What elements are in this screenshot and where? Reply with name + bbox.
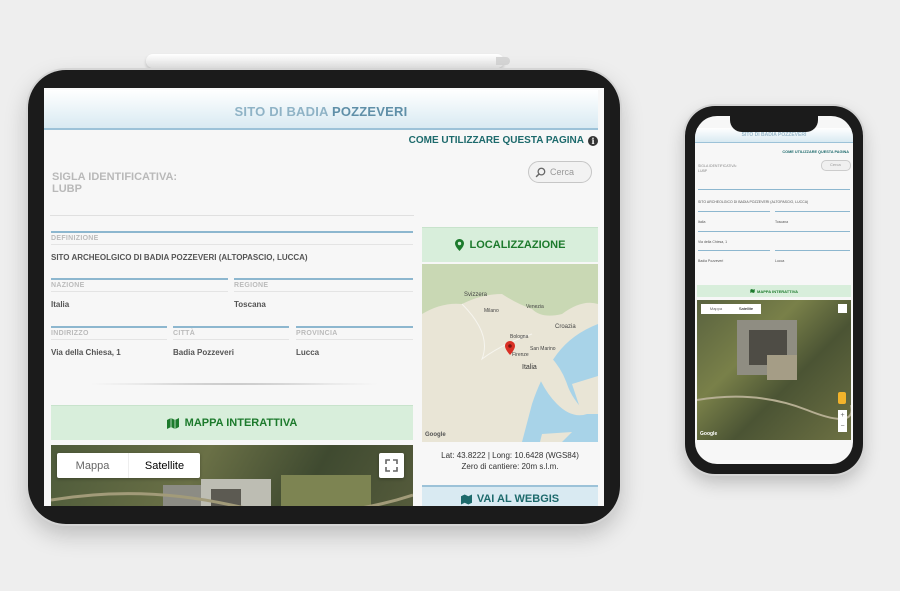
webgis-label: VAI AL WEBGIS bbox=[476, 493, 560, 505]
location-map[interactable]: Svizzera Milano Venezia Croazia Bologna … bbox=[422, 264, 598, 442]
phone-help-link[interactable]: COME UTILIZZARE QUESTA PAGINA bbox=[782, 150, 849, 154]
fullscreen-icon bbox=[385, 459, 398, 472]
google-logo: Google bbox=[425, 432, 446, 438]
field-provincia: PROVINCIA Lucca bbox=[296, 326, 413, 357]
map-label-san-marino: San Marino bbox=[530, 346, 556, 352]
stylus-tip bbox=[496, 57, 510, 65]
phone-regione: Toscana bbox=[775, 220, 789, 224]
phone-divider bbox=[698, 231, 850, 232]
mappa-interattiva-title: MAPPA INTERATTIVA bbox=[184, 417, 298, 429]
phone-mappa-interattiva-title: MAPPA INTERATTIVA bbox=[757, 288, 798, 294]
stylus-pencil bbox=[146, 54, 504, 68]
phone-pegman-icon[interactable] bbox=[838, 392, 846, 404]
map-type-mappa[interactable]: Mappa bbox=[57, 453, 129, 478]
phone-indirizzo: Via della Chiesa, 1 bbox=[698, 240, 728, 244]
coordinates-altitude: Zero di cantiere: 20m s.l.m. bbox=[461, 462, 559, 471]
localizzazione-title: LOCALIZZAZIONE bbox=[469, 239, 566, 251]
field-definizione: DEFINIZIONE SITO ARCHEOLGICO DI BADIA PO… bbox=[51, 231, 413, 262]
page-banner: SITO DI BADIA POZZEVERI bbox=[44, 90, 598, 130]
sigla-label: SIGLA IDENTIFICATIVA: bbox=[52, 171, 178, 183]
phone-citta: Badia Pozzeveri bbox=[698, 259, 724, 263]
page-title: SITO DI BADIA POZZEVERI bbox=[234, 104, 408, 119]
phone-map-type-satellite[interactable]: Satellite bbox=[731, 304, 761, 314]
phone-nazione: Italia bbox=[698, 220, 706, 224]
phone-search-placeholder: Cerca bbox=[830, 162, 841, 167]
section-shadow bbox=[84, 383, 384, 385]
help-link[interactable]: COME UTILIZZARE QUESTA PAGINA i bbox=[409, 135, 598, 146]
phone-zoom-control[interactable]: + − bbox=[838, 410, 847, 432]
webgis-button[interactable]: VAI AL WEBGIS bbox=[422, 485, 598, 506]
tablet-screen: SITO DI BADIA POZZEVERI COME UTILIZZARE … bbox=[44, 88, 604, 506]
help-link-label: COME UTILIZZARE QUESTA PAGINA bbox=[408, 135, 584, 146]
phone-satellite-imagery bbox=[697, 320, 851, 420]
coordinates: Lat: 43.8222 | Long: 10.6428 (WGS84) Zer… bbox=[422, 450, 598, 472]
sigla-value: LUBP bbox=[52, 183, 82, 195]
phone-fullscreen-button[interactable] bbox=[838, 304, 847, 313]
map-type-satellite[interactable]: Satellite bbox=[129, 453, 200, 478]
coordinates-latlong: Lat: 43.8222 | Long: 10.6428 (WGS84) bbox=[441, 451, 579, 460]
phone-map-type-control: Mappa Satellite bbox=[701, 304, 761, 314]
mappa-interattiva-header: MAPPA INTERATTIVA bbox=[51, 405, 413, 440]
search-input[interactable]: Cerca bbox=[528, 161, 592, 183]
phone-divider bbox=[698, 250, 770, 251]
search-placeholder: Cerca bbox=[550, 167, 575, 177]
map-icon bbox=[166, 417, 179, 429]
field-nazione: NAZIONE Italia bbox=[51, 278, 228, 309]
phone-divider bbox=[698, 189, 850, 190]
phone-divider bbox=[775, 211, 850, 212]
info-icon: i bbox=[588, 135, 598, 146]
phone-notch bbox=[730, 114, 818, 132]
map-label-bologna: Bologna bbox=[510, 334, 529, 340]
phone-divider bbox=[775, 250, 850, 251]
map-label-milano: Milano bbox=[484, 308, 499, 314]
map-label-venezia: Venezia bbox=[526, 304, 544, 310]
phone-google-logo: Google bbox=[700, 431, 718, 437]
localizzazione-header: LOCALIZZAZIONE bbox=[422, 227, 598, 262]
location-marker-icon bbox=[505, 341, 515, 355]
location-pin-icon bbox=[454, 239, 464, 251]
field-indirizzo: INDIRIZZO Via della Chiesa, 1 bbox=[51, 326, 167, 357]
field-citta: CITTÀ Badia Pozzeveri bbox=[173, 326, 289, 357]
phone-divider bbox=[698, 211, 770, 212]
phone-interactive-map[interactable]: Mappa Satellite + − Google bbox=[697, 300, 851, 440]
phone-mappa-interattiva-header: MAPPA INTERATTIVA bbox=[697, 285, 851, 297]
phone-sigla-label: SIGLA IDENTIFICATIVA: bbox=[698, 164, 737, 168]
map-label-svizzera: Svizzera bbox=[464, 292, 488, 298]
phone-definizione: SITO ARCHEOLGICO DI BADIA POZZEVERI (ALT… bbox=[698, 200, 809, 204]
phone-provincia: Lucca bbox=[775, 259, 785, 263]
phone-map-icon bbox=[750, 289, 755, 293]
map-label-italia: Italia bbox=[522, 364, 537, 371]
phone-search-input[interactable]: Cerca bbox=[821, 160, 851, 171]
divider bbox=[50, 215, 414, 216]
phone-screen: SITO DI BADIA POZZEVERI COME UTILIZZARE … bbox=[695, 116, 853, 464]
map-marker-icon bbox=[460, 493, 472, 505]
phone-sigla-value: LUBP bbox=[698, 169, 708, 173]
map-type-control: Mappa Satellite bbox=[57, 453, 200, 478]
map-label-croazia: Croazia bbox=[555, 324, 576, 330]
phone-map-type-mappa[interactable]: Mappa bbox=[701, 304, 731, 314]
search-icon bbox=[535, 167, 546, 177]
fullscreen-button[interactable] bbox=[379, 453, 404, 478]
field-regione: REGIONE Toscana bbox=[234, 278, 413, 309]
